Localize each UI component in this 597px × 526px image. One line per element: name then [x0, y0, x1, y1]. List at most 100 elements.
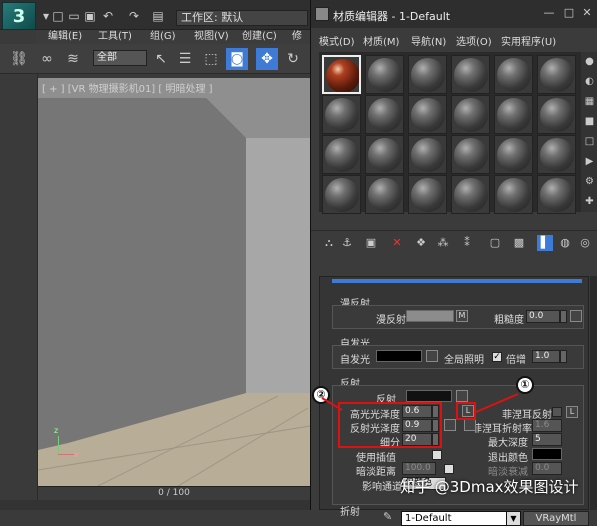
rollout-header[interactable] [332, 279, 582, 283]
open-file-icon[interactable]: ▭ [66, 8, 82, 24]
video-check-icon[interactable]: □ [582, 134, 597, 149]
move-icon[interactable]: ✥ [256, 48, 278, 70]
sample-slot[interactable] [494, 135, 533, 174]
menu-material[interactable]: 材质(M) [363, 33, 399, 48]
sample-slot[interactable] [365, 55, 404, 94]
exit-color-swatch[interactable] [532, 448, 562, 460]
sample-slot[interactable] [537, 175, 576, 214]
sample-slot[interactable] [365, 135, 404, 174]
copy-material-icon[interactable]: ❖ [413, 235, 429, 251]
dim-falloff-input[interactable]: 0.0 [532, 462, 562, 475]
sample-slot[interactable] [494, 55, 533, 94]
sample-slot[interactable] [408, 175, 447, 214]
dim-distance-checkbox[interactable] [444, 464, 454, 474]
sample-slot[interactable] [322, 175, 361, 214]
bind-spacewarp-icon[interactable]: ≋ [62, 48, 84, 70]
unlink-icon[interactable]: ∞ [36, 48, 58, 70]
sample-slot[interactable] [451, 135, 490, 174]
sample-type-icon[interactable]: ● [582, 54, 597, 69]
make-preview-icon[interactable]: ▶ [582, 154, 597, 169]
selfillum-color-swatch[interactable] [376, 350, 422, 362]
gi-checkbox[interactable]: ✓ [492, 352, 502, 362]
sample-slot[interactable] [494, 175, 533, 214]
sample-slot[interactable] [408, 135, 447, 174]
multiplier-spinner[interactable] [560, 350, 567, 363]
redo-icon[interactable]: ↷ [126, 8, 142, 24]
make-unique-icon[interactable]: ⁂ [435, 235, 451, 251]
menu-group[interactable]: 组(G) [150, 30, 176, 44]
fresnel-lock-button[interactable]: L [566, 406, 578, 418]
roughness-spinner[interactable] [560, 310, 567, 323]
rotate-icon[interactable]: ↻ [282, 48, 304, 70]
chevron-down-icon[interactable]: ▼ [506, 511, 521, 526]
select-by-material-icon[interactable]: ✚ [582, 194, 597, 209]
select-by-name-icon[interactable]: ☰ [174, 48, 196, 70]
close-icon[interactable]: ✕ [579, 6, 595, 20]
material-type-button[interactable]: VRayMtl [523, 511, 589, 526]
select-object-icon[interactable]: ↖ [150, 48, 172, 70]
sample-slot[interactable] [537, 55, 576, 94]
backlight-icon[interactable]: ◐ [582, 74, 597, 89]
background-icon[interactable]: ▦ [582, 94, 597, 109]
selfillum-map-button[interactable] [426, 350, 438, 362]
roughness-map-button[interactable] [570, 310, 582, 322]
menu-views[interactable]: 视图(V) [194, 30, 229, 44]
sample-slot[interactable] [408, 95, 447, 134]
show-end-result-icon[interactable]: ▌ [537, 235, 553, 251]
workspace-dropdown[interactable]: 工作区: 默认 [176, 10, 308, 26]
sample-slot[interactable] [537, 95, 576, 134]
menu-utilities[interactable]: 实用程序(U) [501, 33, 556, 48]
eyedropper-icon[interactable]: ✎ [383, 510, 397, 526]
reset-map-icon[interactable]: ✕ [389, 235, 405, 251]
time-slider[interactable]: 0 / 100 [38, 486, 310, 500]
menu-options[interactable]: 选项(O) [456, 33, 492, 48]
sample-slot[interactable] [365, 95, 404, 134]
menu-create[interactable]: 创建(C) [242, 30, 277, 44]
save-icon[interactable]: ▣ [82, 8, 98, 24]
project-folder-icon[interactable]: ▤ [150, 8, 166, 24]
assign-to-selection-icon[interactable]: ▣ [363, 235, 379, 251]
show-map-icon[interactable]: ▩ [511, 235, 527, 251]
multiplier-input[interactable]: 1.0 [532, 350, 560, 363]
dim-distance-input[interactable]: 100.0 [402, 462, 436, 475]
put-to-scene-icon[interactable]: ⚓ [339, 235, 355, 251]
menu-tools[interactable]: 工具(T) [98, 30, 132, 44]
sample-slot[interactable] [322, 55, 361, 94]
menu-modes[interactable]: 模式(D) [319, 33, 355, 48]
sample-slot[interactable] [322, 135, 361, 174]
window-crossing-icon[interactable]: ◙ [226, 48, 248, 70]
options-icon[interactable]: ⚙ [582, 174, 597, 189]
parameters-scrollbar[interactable] [590, 276, 597, 510]
minimize-icon[interactable]: — [541, 6, 557, 20]
selection-filter-dropdown[interactable]: 全部 [93, 50, 147, 66]
sample-slot[interactable] [494, 95, 533, 134]
get-material-icon[interactable]: ⛬ [321, 235, 337, 251]
sample-slot[interactable] [365, 175, 404, 214]
material-id-icon[interactable]: ▢ [487, 235, 503, 251]
menu-edit[interactable]: 编辑(E) [48, 30, 82, 44]
use-interp-checkbox[interactable] [432, 450, 442, 460]
diffuse-map-button[interactable]: M [456, 310, 468, 322]
sample-slot[interactable] [451, 55, 490, 94]
material-name-input[interactable]: 1-Default [401, 511, 521, 526]
maximize-icon[interactable]: □ [561, 6, 577, 20]
sample-slot[interactable] [322, 95, 361, 134]
go-to-parent-icon[interactable]: ◍ [557, 235, 573, 251]
sample-slot[interactable] [408, 55, 447, 94]
undo-icon[interactable]: ↶ [100, 8, 116, 24]
sample-slot[interactable] [537, 135, 576, 174]
menu-navigation[interactable]: 导航(N) [411, 33, 446, 48]
menu-modifiers[interactable]: 修 [292, 30, 302, 44]
put-to-library-icon[interactable]: ⁑ [459, 235, 475, 251]
new-file-icon[interactable]: □ [50, 8, 66, 24]
link-icon[interactable]: ⛓ [8, 48, 30, 70]
sample-slot[interactable] [451, 175, 490, 214]
diffuse-color-swatch[interactable] [406, 310, 454, 322]
rect-selection-icon[interactable]: ⬚ [200, 48, 222, 70]
camera-viewport[interactable]: z x [38, 78, 310, 486]
go-forward-icon[interactable]: ◎ [577, 235, 593, 251]
viewport-label[interactable]: [ + ] [VR 物理摄影机01] [ 明暗处理 ] [42, 80, 213, 95]
uv-tiling-icon[interactable]: ■ [582, 114, 597, 129]
app-logo[interactable]: 3 [2, 2, 36, 30]
sample-slot[interactable] [451, 95, 490, 134]
